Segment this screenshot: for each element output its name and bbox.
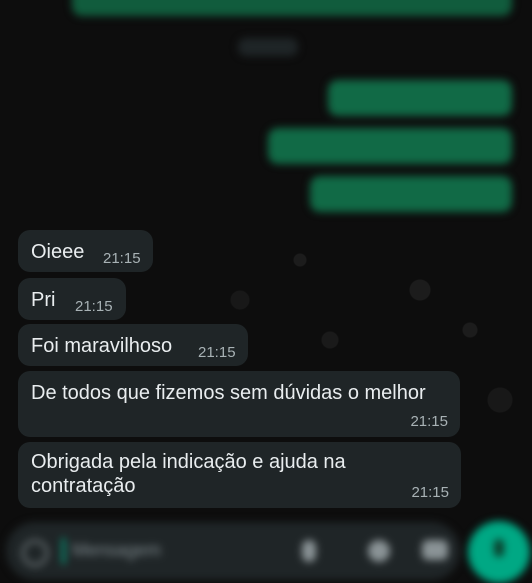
message-text: Foi maravilhoso [31,335,173,357]
message-text: Oieee [31,241,85,263]
sent-message-bubble[interactable] [72,0,512,16]
mic-icon [494,539,504,557]
message-time: 21:15 [411,484,449,501]
received-message-bubble[interactable]: Oieee 21:15 [18,230,153,272]
received-message-bubble[interactable]: Pri 21:15 [18,278,126,320]
sent-message-bubble[interactable] [310,176,512,212]
emoji-icon[interactable] [22,540,48,566]
message-text: De todos que fizemos sem dúvidas o melho… [31,382,426,404]
sent-message-bubble[interactable] [268,128,512,164]
date-chip [238,38,298,56]
message-input[interactable]: Mensagem [72,540,161,561]
camera-icon[interactable] [422,540,448,560]
sent-message-bubble[interactable] [328,80,512,116]
received-message-bubble[interactable]: Obrigada pela indicação e ajuda na contr… [18,442,461,508]
message-time: 21:15 [198,344,236,361]
message-time: 21:15 [410,413,448,430]
message-time: 21:15 [103,250,141,267]
payment-icon[interactable] [368,540,390,562]
received-message-bubble[interactable]: Foi maravilhoso 21:15 [18,324,248,366]
attach-icon[interactable] [302,540,316,562]
message-input-bar[interactable]: Mensagem [6,522,460,580]
message-text: Pri [31,289,56,311]
message-time: 21:15 [75,298,113,315]
mic-button[interactable] [468,521,530,583]
text-cursor [62,538,65,564]
received-message-bubble[interactable]: De todos que fizemos sem dúvidas o melho… [18,371,460,437]
message-text: Obrigada pela indicação e ajuda na contr… [31,451,346,497]
